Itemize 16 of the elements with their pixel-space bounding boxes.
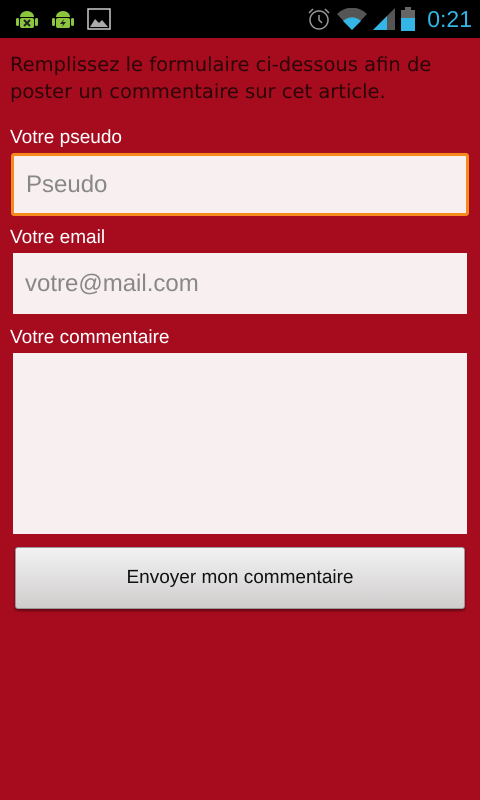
field-label: Votre commentaire	[10, 327, 170, 349]
input-field[interactable]: Pseudo	[11, 153, 469, 216]
field-label: Votre email	[10, 227, 106, 249]
battery-icon	[401, 7, 416, 31]
image-icon	[87, 8, 111, 30]
wifi-icon	[337, 8, 368, 30]
intro-text: Remplissez le formulaire ci-dessous afin de poster un commentaire sur cet article.	[10, 52, 432, 105]
submit-button[interactable]: Envoyer mon commentaire	[15, 547, 465, 609]
field-label: Votre pseudo	[10, 127, 123, 149]
android-icon	[15, 8, 39, 30]
comment-field[interactable]	[13, 353, 467, 534]
signal-icon	[373, 8, 396, 30]
input-field[interactable]: votre@mail.com	[13, 253, 467, 314]
clock-time: 0:21	[427, 6, 472, 32]
android-icon	[51, 8, 75, 30]
alarm-icon	[307, 7, 332, 31]
